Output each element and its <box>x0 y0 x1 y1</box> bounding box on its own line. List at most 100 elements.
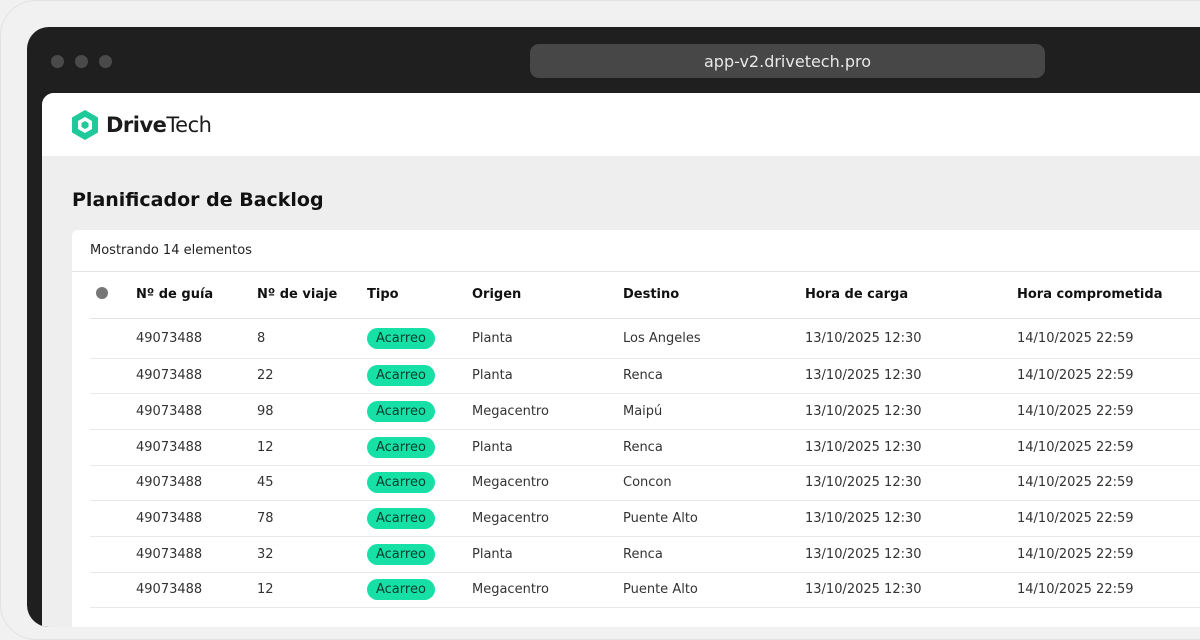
cell-origen: Megacentro <box>472 500 623 537</box>
row-select[interactable] <box>90 358 136 395</box>
cell-guia: 49073488 <box>136 318 257 359</box>
cell-hora-carga: 13/10/2025 12:30 <box>805 393 1017 430</box>
table-row[interactable]: 49073488 12 Acarreo Planta Renca 13/10/2025 1… <box>90 429 1200 466</box>
cell-viaje: 12 <box>257 429 367 466</box>
cell-destino: Concon <box>623 465 805 502</box>
browser-window: app-v2.drivetech.pro DriveTech Planifica… <box>27 27 1200 627</box>
col-origen[interactable]: Origen <box>472 272 623 319</box>
backlog-table: Nº de guía Nº de viaje Tipo Origen Desti… <box>90 272 1200 609</box>
row-select[interactable] <box>90 429 136 466</box>
tipo-badge: Acarreo <box>367 543 435 565</box>
cell-tipo: Acarreo <box>367 572 472 609</box>
table-row[interactable]: 49073488 8 Acarreo Planta Los Angeles 13/10/2… <box>90 318 1200 359</box>
col-hora-comprometida[interactable]: Hora comprometida <box>1017 272 1200 319</box>
cell-guia: 49073488 <box>136 465 257 502</box>
cell-tipo: Acarreo <box>367 465 472 502</box>
cell-origen: Megacentro <box>472 465 623 502</box>
col-guia[interactable]: Nº de guía <box>136 272 257 319</box>
cell-tipo: Acarreo <box>367 318 472 359</box>
col-hora-carga[interactable]: Hora de carga <box>805 272 1017 319</box>
drivetech-logo-icon <box>72 109 98 140</box>
cell-viaje: 78 <box>257 500 367 537</box>
cell-destino: Puente Alto <box>623 572 805 609</box>
table-header-row: Nº de guía Nº de viaje Tipo Origen Desti… <box>90 272 1200 319</box>
select-all-indicator[interactable] <box>96 286 108 299</box>
tipo-badge: Acarreo <box>367 401 435 423</box>
cell-hora-comprometida: 14/10/2025 22:59 <box>1017 500 1200 537</box>
cell-tipo: Acarreo <box>367 500 472 537</box>
window-minimize-dot[interactable] <box>75 55 88 68</box>
cell-viaje: 22 <box>257 358 367 395</box>
cell-guia: 49073488 <box>136 536 257 573</box>
cell-hora-comprometida: 14/10/2025 22:59 <box>1017 318 1200 359</box>
cell-viaje: 98 <box>257 393 367 430</box>
table-row[interactable]: 49073488 12 Acarreo Megacentro Puente Alto 13… <box>90 572 1200 609</box>
row-select[interactable] <box>90 572 136 609</box>
cell-hora-carga: 13/10/2025 12:30 <box>805 358 1017 395</box>
row-select[interactable] <box>90 536 136 573</box>
cell-destino: Renca <box>623 358 805 395</box>
table-row[interactable]: 49073488 45 Acarreo Megacentro Concon 13/10/2… <box>90 465 1200 502</box>
items-count: Mostrando 14 elementos <box>72 230 1200 272</box>
cell-guia: 49073488 <box>136 500 257 537</box>
cell-destino: Renca <box>623 429 805 466</box>
row-select[interactable] <box>90 500 136 537</box>
cell-tipo: Acarreo <box>367 536 472 573</box>
cell-hora-comprometida: 14/10/2025 22:59 <box>1017 429 1200 466</box>
cell-destino: Maipú <box>623 393 805 430</box>
tipo-badge: Acarreo <box>367 472 435 494</box>
tipo-badge: Acarreo <box>367 579 435 601</box>
col-destino[interactable]: Destino <box>623 272 805 319</box>
cell-guia: 49073488 <box>136 429 257 466</box>
cell-hora-carga: 13/10/2025 12:30 <box>805 318 1017 359</box>
cell-hora-carga: 13/10/2025 12:30 <box>805 536 1017 573</box>
cell-origen: Megacentro <box>472 572 623 609</box>
tipo-badge: Acarreo <box>367 508 435 530</box>
cell-hora-comprometida: 14/10/2025 22:59 <box>1017 393 1200 430</box>
cell-hora-comprometida: 14/10/2025 22:59 <box>1017 536 1200 573</box>
cell-destino: Puente Alto <box>623 500 805 537</box>
row-select[interactable] <box>90 465 136 502</box>
app-page: DriveTech Planificador de Backlog Mostra… <box>42 93 1200 627</box>
backlog-card: Mostrando 14 elementos Nº de guía Nº de … <box>72 230 1200 627</box>
cell-tipo: Acarreo <box>367 429 472 466</box>
cell-hora-comprometida: 14/10/2025 22:59 <box>1017 465 1200 502</box>
cell-origen: Planta <box>472 358 623 395</box>
table-row[interactable]: 49073488 22 Acarreo Planta Renca 13/10/2025 1… <box>90 358 1200 395</box>
col-tipo[interactable]: Tipo <box>367 272 472 319</box>
table-row[interactable]: 49073488 98 Acarreo Megacentro Maipú 13/10/20… <box>90 393 1200 430</box>
cell-hora-comprometida: 14/10/2025 22:59 <box>1017 572 1200 609</box>
row-select[interactable] <box>90 393 136 430</box>
cell-origen: Megacentro <box>472 393 623 430</box>
window-maximize-dot[interactable] <box>99 55 112 68</box>
cell-viaje: 12 <box>257 572 367 609</box>
table-row[interactable]: 49073488 32 Acarreo Planta Renca 13/10/2025 1… <box>90 536 1200 573</box>
cell-hora-carga: 13/10/2025 12:30 <box>805 465 1017 502</box>
cell-guia: 49073488 <box>136 358 257 395</box>
app-header: DriveTech <box>42 93 1200 156</box>
window-close-dot[interactable] <box>51 55 64 68</box>
cell-viaje: 8 <box>257 318 367 359</box>
cell-destino: Los Angeles <box>623 318 805 359</box>
cell-hora-carga: 13/10/2025 12:30 <box>805 500 1017 537</box>
cell-hora-comprometida: 14/10/2025 22:59 <box>1017 358 1200 395</box>
cell-origen: Planta <box>472 318 623 359</box>
tipo-badge: Acarreo <box>367 365 435 387</box>
page-title: Planificador de Backlog <box>72 189 324 211</box>
row-select[interactable] <box>90 318 136 359</box>
tipo-badge: Acarreo <box>367 327 435 349</box>
cell-tipo: Acarreo <box>367 393 472 430</box>
cell-origen: Planta <box>472 536 623 573</box>
col-viaje[interactable]: Nº de viaje <box>257 272 367 319</box>
cell-destino: Renca <box>623 536 805 573</box>
address-bar[interactable]: app-v2.drivetech.pro <box>530 44 1045 78</box>
cell-hora-carga: 13/10/2025 12:30 <box>805 429 1017 466</box>
cell-origen: Planta <box>472 429 623 466</box>
cell-hora-carga: 13/10/2025 12:30 <box>805 572 1017 609</box>
table-row[interactable]: 49073488 78 Acarreo Megacentro Puente Alto 13… <box>90 500 1200 537</box>
cell-guia: 49073488 <box>136 572 257 609</box>
cell-guia: 49073488 <box>136 393 257 430</box>
cell-tipo: Acarreo <box>367 358 472 395</box>
brand-logo[interactable]: DriveTech <box>106 113 212 137</box>
cell-viaje: 45 <box>257 465 367 502</box>
